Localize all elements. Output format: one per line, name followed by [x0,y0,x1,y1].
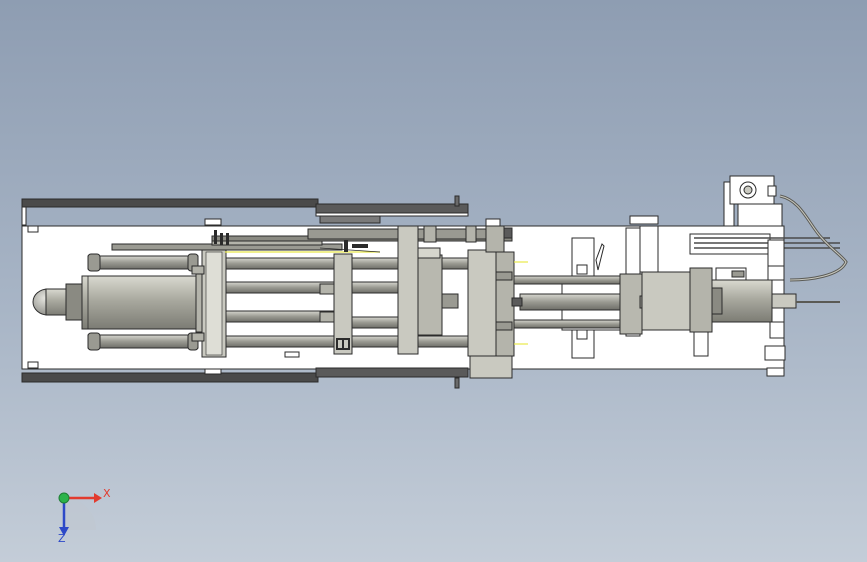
x-axis-label: X [103,487,111,500]
coordinate-triad [58,492,102,536]
cad-viewport[interactable]: X Z [0,0,867,562]
y-axis-dot [58,492,70,504]
z-axis-label: Z [58,532,66,545]
cad-model-view[interactable] [0,0,867,562]
